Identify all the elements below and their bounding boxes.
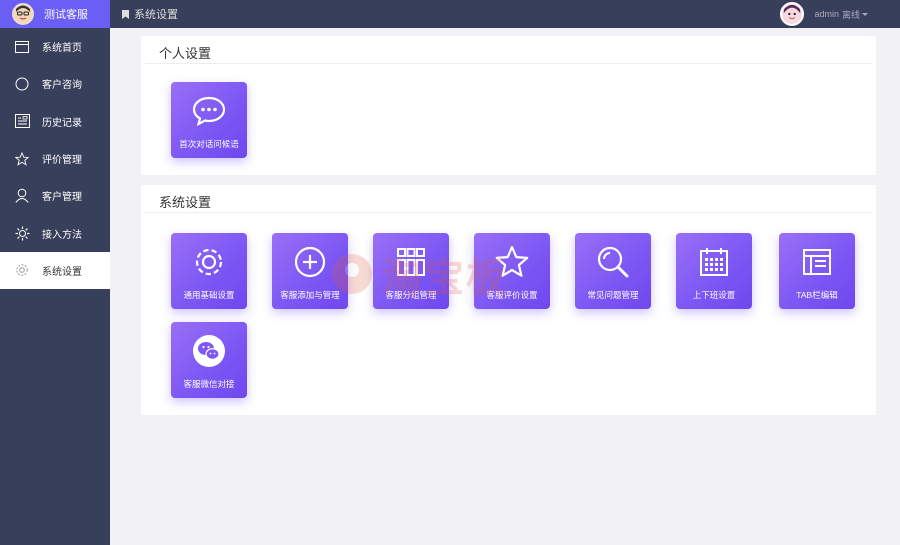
- breadcrumb-label: 系统设置: [134, 9, 178, 21]
- tile-label: 上下班设置: [692, 290, 736, 300]
- tile-label: 客服添加与管理: [280, 290, 340, 300]
- brand-header: 测试客服: [0, 0, 110, 28]
- tile-label: 首次对话问候语: [179, 139, 239, 149]
- browser-window-icon: [800, 245, 834, 279]
- tile-group-management[interactable]: 客服分组管理: [373, 233, 449, 309]
- user-avatar-icon: [780, 2, 805, 26]
- puzzle-icon: [14, 225, 30, 241]
- user-status: 离线: [841, 9, 860, 20]
- tile-first-greeting[interactable]: 首次对话问候语: [171, 82, 247, 158]
- wechat-icon: [192, 334, 226, 368]
- sidebar-item-home[interactable]: 系统首页: [0, 28, 110, 65]
- sidebar-item-label: 客户管理: [42, 192, 82, 204]
- panel-title: 个人设置: [145, 36, 872, 64]
- sidebar-item-customers[interactable]: 客户管理: [0, 177, 110, 214]
- gear-icon: [14, 262, 30, 278]
- sidebar: 测试客服 系统首页 客户咨询 历史记录 评价管理 客户管理 接入方法 系统设置: [0, 0, 110, 545]
- top-bar: 系统设置 admin 离线: [110, 0, 900, 28]
- personal-settings-panel: 个人设置 首次对话问候语: [141, 36, 876, 175]
- sidebar-item-history[interactable]: 历史记录: [0, 103, 110, 140]
- sidebar-item-label: 系统首页: [42, 43, 82, 55]
- tile-wechat-integration[interactable]: 客服微信对接: [171, 322, 247, 398]
- bookmark-icon: [122, 9, 129, 19]
- sidebar-item-integration[interactable]: 接入方法: [0, 214, 110, 251]
- sidebar-item-label: 历史记录: [42, 117, 82, 129]
- tile-work-hours[interactable]: 上下班设置: [676, 233, 752, 309]
- sidebar-item-settings[interactable]: 系统设置: [0, 251, 110, 290]
- tile-label: 客服分组管理: [385, 290, 437, 300]
- breadcrumb: 系统设置: [122, 6, 178, 22]
- tile-agent-management[interactable]: 客服添加与管理: [272, 233, 348, 309]
- chevron-down-icon: [862, 12, 868, 16]
- sidebar-item-label: 接入方法: [42, 229, 82, 241]
- panel-title: 系统设置: [145, 185, 872, 213]
- star-icon: [495, 245, 529, 279]
- window-icon: [14, 39, 30, 55]
- brand-name: 测试客服: [44, 9, 88, 21]
- sidebar-nav: 系统首页 客户咨询 历史记录 评价管理 客户管理 接入方法 系统设置: [0, 28, 110, 290]
- tile-label: 常见问题管理: [587, 290, 639, 300]
- tile-tab-editor[interactable]: TAB栏编辑: [779, 233, 855, 309]
- chat-bubble-icon: [192, 94, 226, 128]
- sidebar-item-label: 系统设置: [42, 266, 82, 278]
- sidebar-item-label: 评价管理: [42, 155, 82, 167]
- history-icon: [14, 113, 30, 129]
- calendar-icon: [697, 245, 731, 279]
- tile-faq-management[interactable]: 常见问题管理: [575, 233, 651, 309]
- plus-circle-icon: [293, 245, 327, 279]
- search-icon: [596, 245, 630, 279]
- star-icon: [14, 151, 30, 167]
- sidebar-item-rating[interactable]: 评价管理: [0, 140, 110, 177]
- gear-icon: [192, 245, 226, 279]
- sidebar-item-label: 客户咨询: [42, 80, 82, 92]
- tile-label: TAB栏编辑: [796, 290, 838, 300]
- user-menu[interactable]: admin 离线: [780, 2, 868, 26]
- sidebar-item-consult[interactable]: 客户咨询: [0, 65, 110, 102]
- tile-label: 客服评价设置: [486, 290, 538, 300]
- system-settings-panel: 系统设置 通用基础设置 客服添加与管理 客服分组管理 客服评价设置 常见问题管理: [141, 185, 876, 415]
- user-name: admin: [814, 9, 839, 19]
- tile-label: 通用基础设置: [183, 290, 235, 300]
- chat-bubble-icon: [14, 76, 30, 92]
- grid-icon: [394, 245, 428, 279]
- tile-rating-settings[interactable]: 客服评价设置: [474, 233, 550, 309]
- tile-general-settings[interactable]: 通用基础设置: [171, 233, 247, 309]
- tile-label: 客服微信对接: [183, 379, 235, 389]
- user-icon: [14, 188, 30, 204]
- avatar-icon: [12, 3, 34, 25]
